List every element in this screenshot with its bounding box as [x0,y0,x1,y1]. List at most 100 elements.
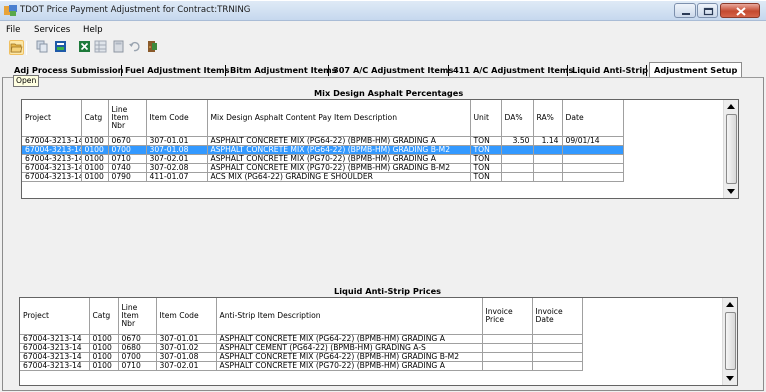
column-header-item-code[interactable]: Item Code [156,298,217,335]
cell-description[interactable]: ASPHALT CONCRETE MIX (PG64-22) (BPMB-HM)… [216,352,483,362]
cell-invoice-price[interactable] [482,352,533,362]
cell-catg[interactable]: 0100 [81,163,109,173]
cell-description[interactable]: ASPHALT CONCRETE MIX (PG64-22) (BPMB-HM)… [207,145,471,155]
exit-button[interactable] [146,40,161,55]
cell-line-item-nbr[interactable]: 0700 [118,352,157,362]
cell-project[interactable]: 67004-3213-14 [20,352,90,362]
cell-invoice-date[interactable] [532,343,583,353]
cell-project[interactable]: 67004-3213-14 [22,136,82,146]
antistrip-grid-scrollbar[interactable] [722,298,737,385]
table-row[interactable]: 67004-3213-14 0100 0680 307-01.02 ASPHALT CE… [20,343,583,353]
cell-da-pct[interactable]: 3.50 [501,136,534,146]
grid-button[interactable] [94,40,109,55]
column-header-unit[interactable]: Unit [470,100,502,137]
column-header-project[interactable]: Project [20,298,90,335]
cell-da-pct[interactable] [501,163,534,173]
cell-item-code[interactable]: 307-01.01 [146,136,208,146]
tab-liquid-anti-strip[interactable]: Liquid Anti-Strip [572,65,648,75]
tab-411-ac-adjustment-items[interactable]: 411 A/C Adjustment Items [453,65,573,75]
cell-project[interactable]: 67004-3213-14 [20,343,90,353]
calculator-button[interactable] [112,40,127,55]
report-button[interactable] [54,40,69,55]
cell-date[interactable] [562,154,624,164]
cell-invoice-price[interactable] [482,334,533,344]
cell-catg[interactable]: 0100 [81,172,109,182]
cell-da-pct[interactable] [501,172,534,182]
cell-da-pct[interactable] [501,145,534,155]
cell-ra-pct[interactable]: 1.14 [533,136,563,146]
cell-item-code[interactable]: 307-01.02 [156,343,217,353]
column-header-line-item-nbr[interactable]: Line Item Nbr [108,100,147,137]
cell-item-code[interactable]: 307-01.01 [156,334,217,344]
cell-item-code[interactable]: 307-02.01 [146,154,208,164]
column-header-invoice-date[interactable]: Invoice Date [532,298,583,335]
column-header-antistrip-description[interactable]: Anti-Strip Item Description [216,298,483,335]
cell-date[interactable] [562,145,624,155]
cell-catg[interactable]: 0100 [89,343,119,353]
cell-unit[interactable]: TON [470,172,502,182]
cell-item-code[interactable]: 307-02.01 [156,361,217,371]
cell-item-code[interactable]: 307-01.08 [146,145,208,155]
tab-fuel-adjustment-items[interactable]: Fuel Adjustment Items [125,65,229,75]
column-header-catg[interactable]: Catg [81,100,109,137]
table-row[interactable]: 67004-3213-14 0100 0700 307-01.08 ASPHALT CO… [22,145,624,155]
cell-item-code[interactable]: 411-01.07 [146,172,208,182]
cell-date[interactable] [562,163,624,173]
title-bar[interactable]: TDOT Price Payment Adjustment for Contra… [0,0,766,21]
cell-unit[interactable]: TON [470,163,502,173]
menu-file[interactable]: File [6,25,20,35]
cell-line-item-nbr[interactable]: 0790 [108,172,147,182]
cell-project[interactable]: 67004-3213-14 [20,334,90,344]
table-row[interactable]: 67004-3213-14 0100 0670 307-01.01 ASPHALT CO… [22,136,624,146]
table-row[interactable]: 67004-3213-14 0100 0670 307-01.01 ASPHALT CO… [20,334,583,344]
menu-services[interactable]: Services [34,25,70,35]
scroll-thumb[interactable] [725,312,736,370]
cell-item-code[interactable]: 307-01.08 [156,352,217,362]
cell-line-item-nbr[interactable]: 0700 [108,145,147,155]
asphalt-percentages-grid[interactable]: Project Catg Line Item Nbr Item Code Mix… [21,99,739,199]
menu-help[interactable]: Help [83,25,103,35]
cell-line-item-nbr[interactable]: 0680 [118,343,157,353]
cell-unit[interactable]: TON [470,136,502,146]
cell-invoice-date[interactable] [532,361,583,371]
cell-ra-pct[interactable] [533,172,563,182]
cell-catg[interactable]: 0100 [81,145,109,155]
scroll-thumb[interactable] [726,114,737,184]
column-header-line-item-nbr[interactable]: Line Item Nbr [118,298,157,335]
column-header-description[interactable]: Mix Design Asphalt Content Pay Item Desc… [207,100,471,137]
cell-description[interactable]: ASPHALT CONCRETE MIX (PG64-22) (BPMB-HM)… [207,136,471,146]
cell-description[interactable]: ACS MIX (PG64-22) GRADING E SHOULDER [207,172,471,182]
table-row[interactable]: 67004-3213-14 0100 0700 307-01.08 ASPHALT CO… [20,352,583,362]
cell-invoice-price[interactable] [482,361,533,371]
cell-item-code[interactable]: 307-02.08 [146,163,208,173]
table-row[interactable]: 67004-3213-14 0100 0710 307-02.01 ASPHALT CO… [22,154,624,164]
close-button[interactable] [720,3,760,18]
cell-da-pct[interactable] [501,154,534,164]
cell-ra-pct[interactable] [533,145,563,155]
excel-export-button[interactable] [78,40,93,55]
cell-description[interactable]: ASPHALT CONCRETE MIX (PG70-22) (BPMB-HM)… [207,154,471,164]
cell-invoice-date[interactable] [532,352,583,362]
column-header-item-code[interactable]: Item Code [146,100,208,137]
cell-date[interactable] [562,172,624,182]
cell-ra-pct[interactable] [533,163,563,173]
column-header-date[interactable]: Date [562,100,624,137]
cell-invoice-price[interactable] [482,343,533,353]
asphalt-grid-scrollbar[interactable] [723,100,738,198]
cell-invoice-date[interactable] [532,334,583,344]
column-header-invoice-price[interactable]: Invoice Price [482,298,533,335]
table-row[interactable]: 67004-3213-14 0100 0710 307-02.01 ASPHALT CO… [20,361,583,371]
cell-description[interactable]: ASPHALT CONCRETE MIX (PG70-22) (BPMB-HM)… [216,361,483,371]
cell-line-item-nbr[interactable]: 0710 [118,361,157,371]
cell-line-item-nbr[interactable]: 0670 [108,136,147,146]
tab-307-ac-adjustment-items[interactable]: 307 A/C Adjustment Items [333,65,453,75]
cell-project[interactable]: 67004-3213-14 [22,154,82,164]
table-row[interactable]: 67004-3213-14 0100 0790 411-01.07 ACS MIX (P… [22,172,624,182]
tab-adjustment-setup[interactable]: Adjustment Setup [649,62,743,77]
scroll-down-arrow-icon[interactable] [727,187,735,195]
maximize-button[interactable] [697,3,718,18]
cell-unit[interactable]: TON [470,145,502,155]
cell-ra-pct[interactable] [533,154,563,164]
undo-button[interactable] [128,40,143,55]
column-header-ra-pct[interactable]: RA% [533,100,563,137]
